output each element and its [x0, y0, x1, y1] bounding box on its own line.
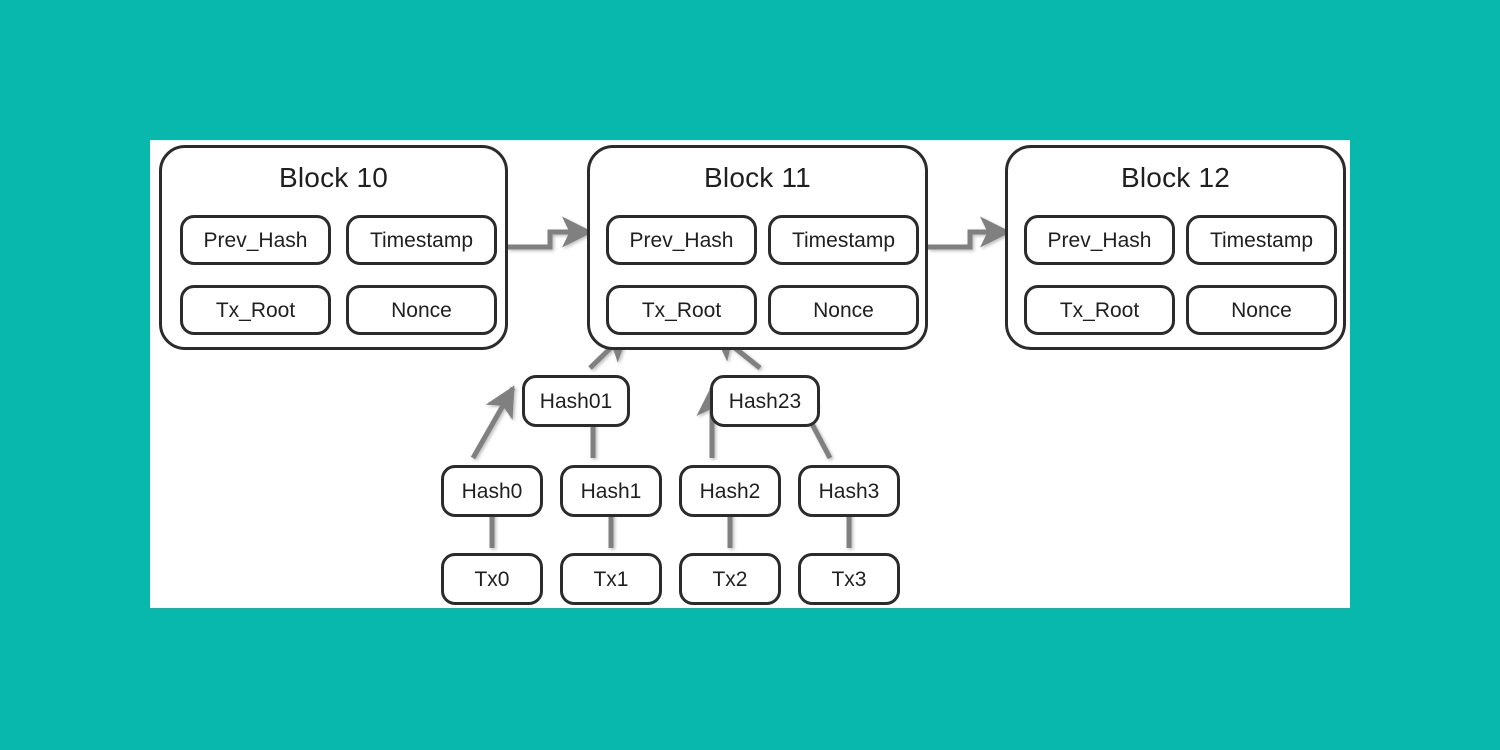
block-10-field-tx-root[interactable]: Tx_Root — [180, 285, 331, 335]
merkle-node-hash23[interactable]: Hash23 — [710, 375, 820, 427]
block-11[interactable]: Block 11 Prev_Hash Timestamp Tx_Root Non… — [587, 145, 928, 350]
arrow-block11-to-block12 — [928, 216, 1012, 250]
block-11-field-prev-hash[interactable]: Prev_Hash — [606, 215, 757, 265]
block-11-field-tx-root[interactable]: Tx_Root — [606, 285, 757, 335]
block-12-field-prev-hash[interactable]: Prev_Hash — [1024, 215, 1175, 265]
block-12[interactable]: Block 12 Prev_Hash Timestamp Tx_Root Non… — [1005, 145, 1346, 350]
arrow-hash0-to-hash01 — [470, 385, 516, 460]
block-10-field-nonce[interactable]: Nonce — [346, 285, 497, 335]
block-12-field-timestamp[interactable]: Timestamp — [1186, 215, 1337, 265]
block-10-field-timestamp[interactable]: Timestamp — [346, 215, 497, 265]
block-12-title: Block 12 — [1121, 162, 1230, 193]
merkle-node-hash2[interactable]: Hash2 — [679, 465, 781, 517]
diagram-panel: Block 10 Prev_Hash Timestamp Tx_Root Non… — [150, 140, 1350, 608]
block-11-field-timestamp[interactable]: Timestamp — [768, 215, 919, 265]
merkle-node-tx2[interactable]: Tx2 — [679, 553, 781, 605]
block-10-field-prev-hash[interactable]: Prev_Hash — [180, 215, 331, 265]
merkle-node-hash01[interactable]: Hash01 — [522, 375, 630, 427]
merkle-node-hash1[interactable]: Hash1 — [560, 465, 662, 517]
arrow-block10-to-block11 — [508, 216, 594, 250]
block-10-title: Block 10 — [279, 162, 388, 193]
block-12-field-tx-root[interactable]: Tx_Root — [1024, 285, 1175, 335]
merkle-node-tx1[interactable]: Tx1 — [560, 553, 662, 605]
block-12-field-nonce[interactable]: Nonce — [1186, 285, 1337, 335]
diagram-canvas: Block 10 Prev_Hash Timestamp Tx_Root Non… — [0, 0, 1500, 750]
merkle-node-tx3[interactable]: Tx3 — [798, 553, 900, 605]
block-10[interactable]: Block 10 Prev_Hash Timestamp Tx_Root Non… — [159, 145, 508, 350]
block-11-title: Block 11 — [704, 162, 811, 193]
block-11-field-nonce[interactable]: Nonce — [768, 285, 919, 335]
merkle-node-hash3[interactable]: Hash3 — [798, 465, 900, 517]
merkle-node-tx0[interactable]: Tx0 — [441, 553, 543, 605]
merkle-node-hash0[interactable]: Hash0 — [441, 465, 543, 517]
